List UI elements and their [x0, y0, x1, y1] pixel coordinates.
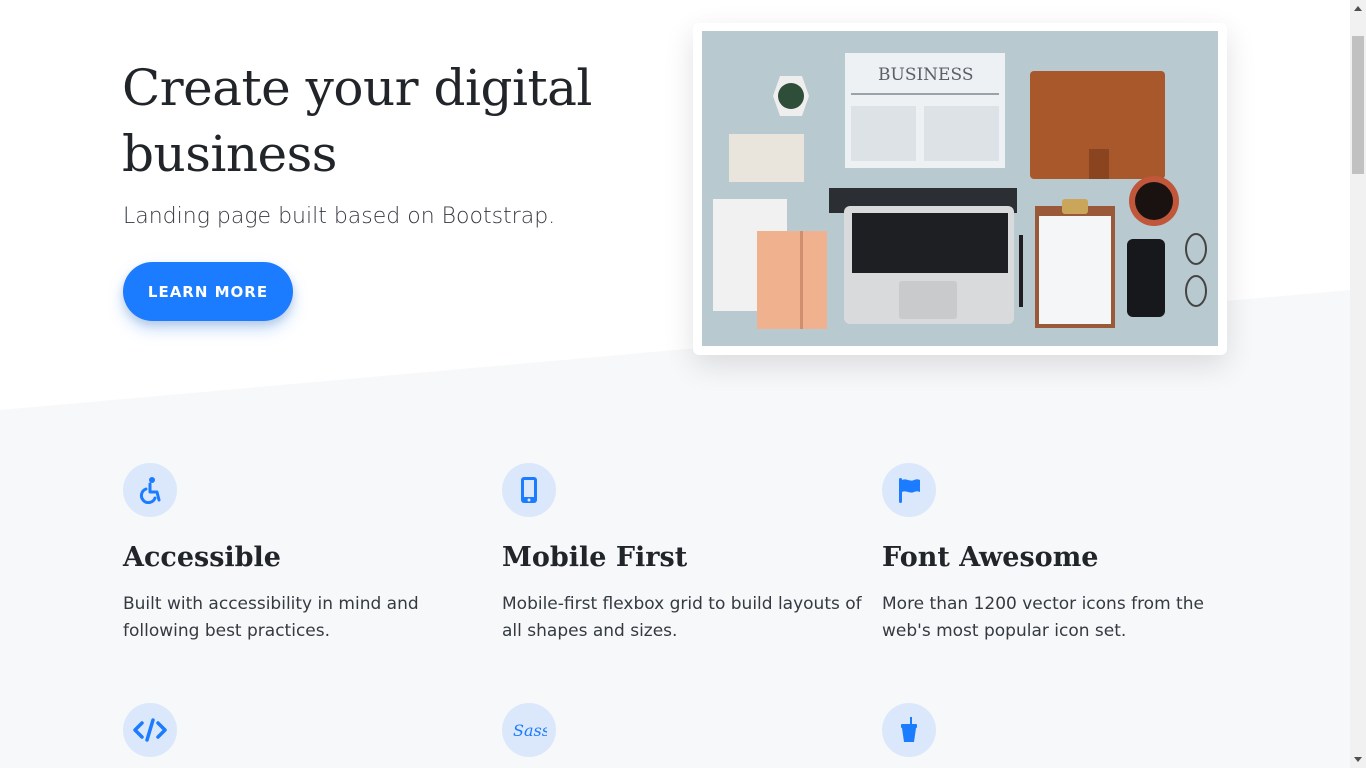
feature-title: Font Awesome — [882, 542, 1099, 573]
feature-gulp — [882, 703, 1242, 757]
code-icon — [123, 703, 177, 757]
newspaper-headline: BUSINESS — [878, 65, 973, 85]
learn-more-button[interactable]: LEARN MORE — [123, 262, 293, 321]
feature-code — [123, 703, 483, 757]
feature-text: More than 1200 vector icons from the web… — [882, 594, 1204, 641]
hero-subtitle: Landing page built based on Bootstrap. — [123, 204, 556, 229]
feature-title: Accessible — [123, 542, 281, 573]
svg-text:Sass: Sass — [513, 721, 547, 740]
scroll-up-arrow-icon[interactable] — [1350, 0, 1366, 17]
feature-accessible: Accessible Built with accessibility in m… — [123, 463, 483, 645]
mobile-phone-icon — [502, 463, 556, 517]
wheelchair-icon — [123, 463, 177, 517]
hero-image: BUSINESS — [702, 31, 1218, 346]
hero-title: Create your digital business — [122, 59, 592, 183]
sass-icon: Sass — [502, 703, 556, 757]
feature-text: Built with accessibility in mind and fol… — [123, 594, 419, 641]
vertical-scrollbar[interactable] — [1350, 0, 1366, 768]
feature-mobile-first: Mobile First Mobile-first flexbox grid t… — [502, 463, 862, 645]
scroll-thumb[interactable] — [1352, 36, 1364, 174]
flag-icon — [882, 463, 936, 517]
feature-title: Mobile First — [502, 542, 688, 573]
feature-font-awesome: Font Awesome More than 1200 vector icons… — [882, 463, 1242, 645]
hero-image-card: BUSINESS — [693, 23, 1227, 355]
cup-icon — [882, 703, 936, 757]
feature-sass: Sass — [502, 703, 862, 757]
scroll-down-arrow-icon[interactable] — [1350, 751, 1366, 768]
feature-text: Mobile-first flexbox grid to build layou… — [502, 594, 862, 641]
landing-page: Create your digital business Landing pag… — [0, 0, 1350, 768]
